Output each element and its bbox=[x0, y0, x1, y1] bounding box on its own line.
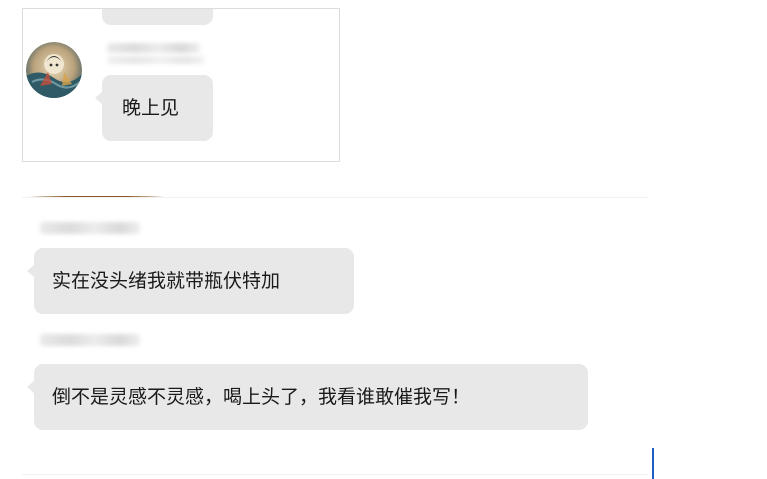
text-cursor-icon bbox=[652, 448, 654, 479]
sender-name bbox=[40, 222, 140, 234]
chat-snippet-top: 晚上见 bbox=[22, 8, 340, 162]
sender-name-blur bbox=[107, 56, 205, 64]
message-bubble[interactable]: 实在没头绪我就带瓶伏特加 bbox=[27, 248, 354, 314]
message-text: 倒不是灵感不灵感，喝上头了，我看谁敢催我写！ bbox=[52, 385, 471, 408]
chat-snippet-bottom: 实在没头绪我就带瓶伏特加 倒不是灵感不灵感，喝上头了，我看谁敢催我写！ bbox=[22, 197, 648, 475]
message-bubble[interactable]: 晚上见 bbox=[95, 75, 213, 141]
sender-name bbox=[107, 43, 200, 53]
previous-message-bubble bbox=[102, 9, 213, 25]
avatar[interactable] bbox=[26, 42, 82, 98]
avatar-image bbox=[26, 42, 82, 98]
sender-name bbox=[40, 334, 140, 346]
message-text: 实在没头绪我就带瓶伏特加 bbox=[52, 269, 281, 292]
message-text: 晚上见 bbox=[122, 96, 180, 119]
message-bubble[interactable]: 倒不是灵感不灵感，喝上头了，我看谁敢催我写！ bbox=[27, 364, 588, 430]
